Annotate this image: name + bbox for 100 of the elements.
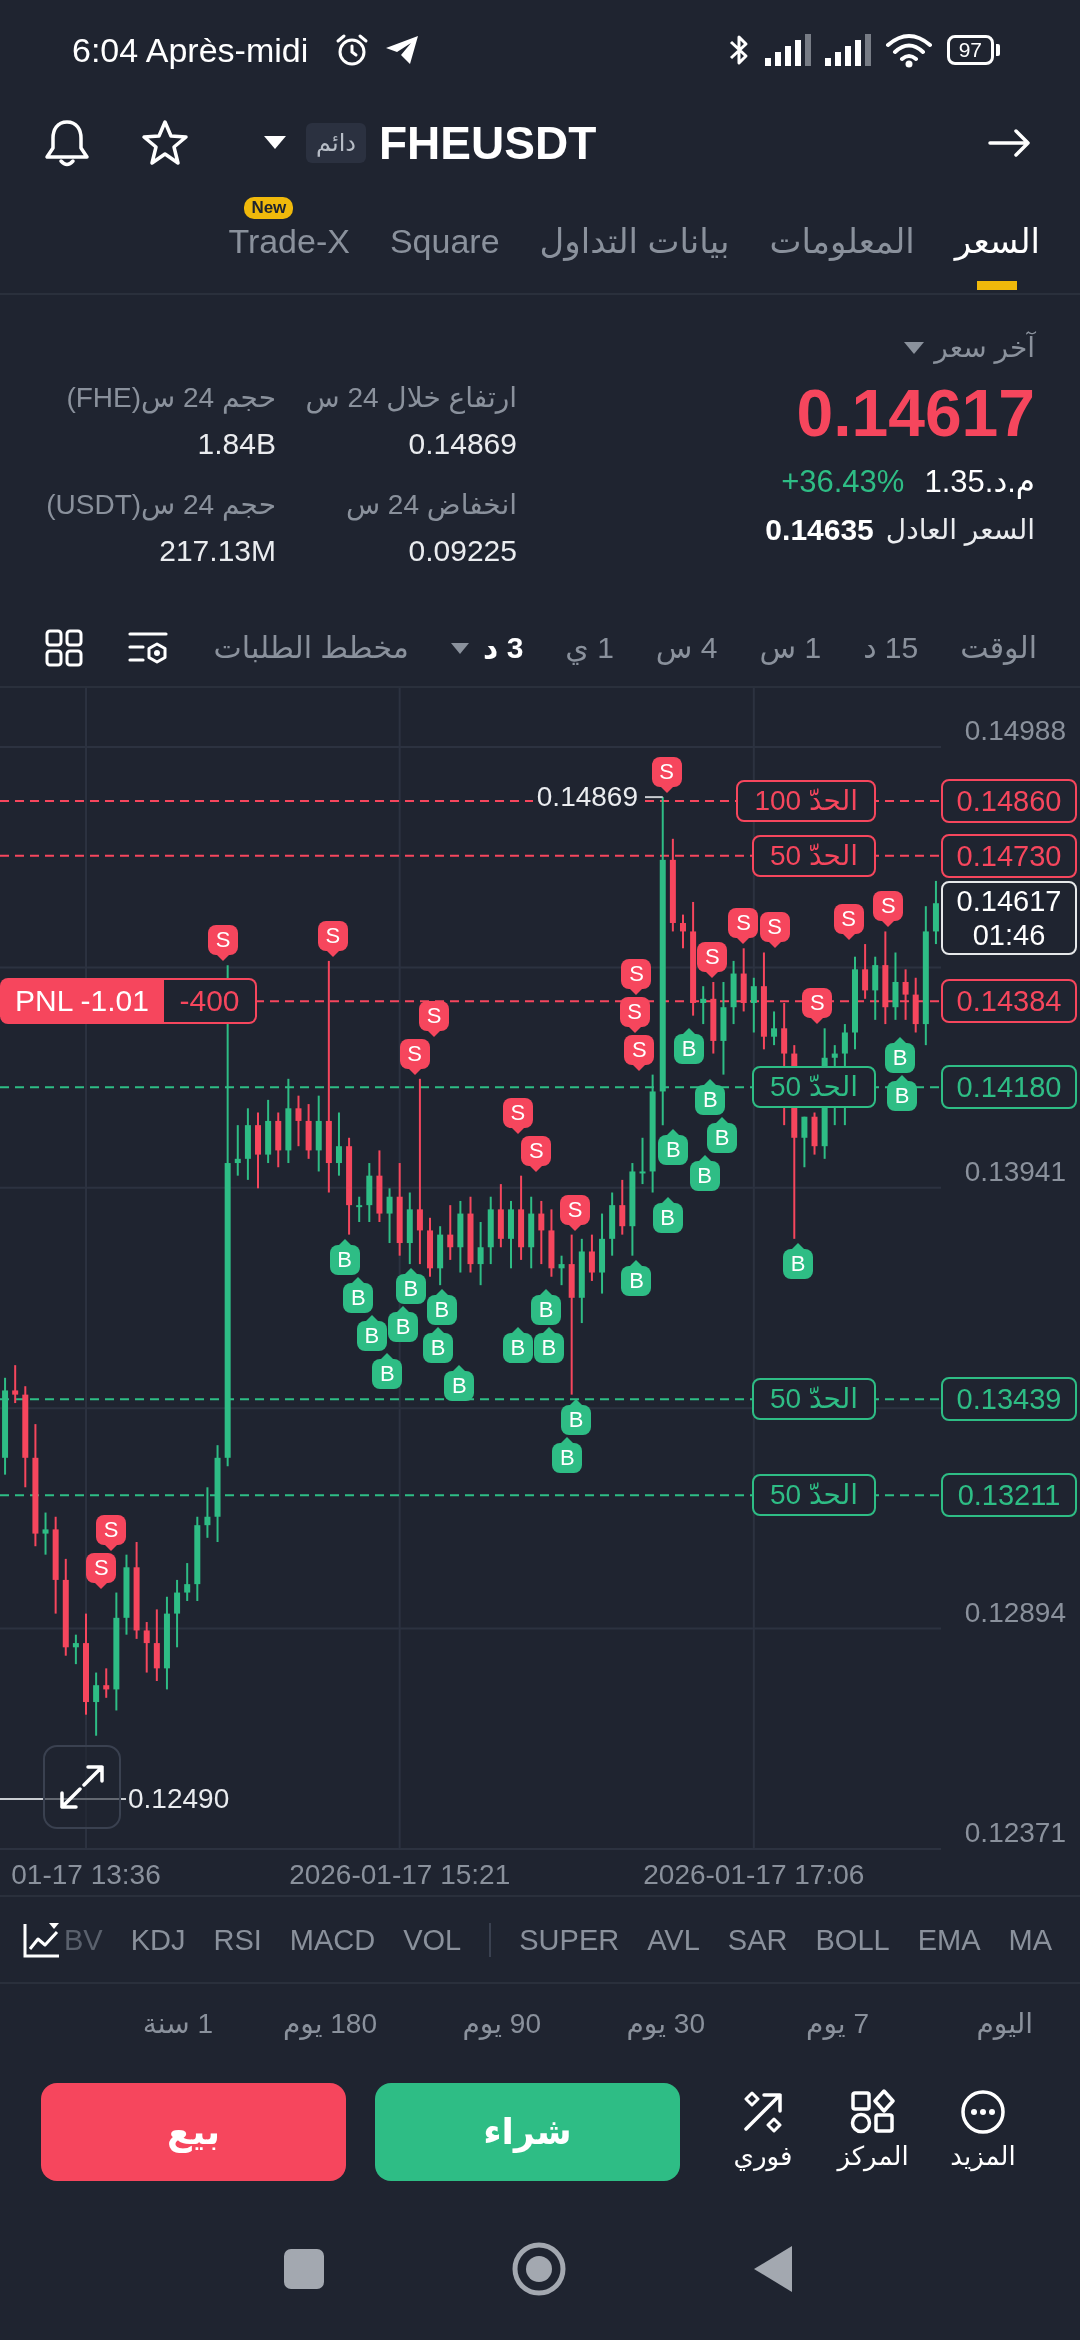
interval-option[interactable]: 1 س (759, 628, 822, 668)
stat-value: 0.09225 (408, 533, 517, 569)
mark-price: م.د.1.35 (924, 463, 1035, 501)
interval-option[interactable]: 3 د (450, 628, 524, 668)
limit-order-tag[interactable]: الحدّ 50 (751, 1474, 876, 1517)
stat-value: 217.13M (159, 533, 276, 569)
limit-order-tag[interactable]: الحدّ 50 (751, 1378, 876, 1421)
stat-label: ارتفاع خلال 24 س (305, 381, 517, 416)
stat-value: 0.14869 (408, 426, 517, 462)
indicator-tab[interactable]: BOLL (815, 1919, 890, 1960)
candlestick (477, 1221, 484, 1287)
chart-line-icon[interactable] (22, 1920, 60, 1959)
square-nav-icon[interactable] (284, 2249, 324, 2289)
limit-order-tag[interactable]: الحدّ 50 (751, 1066, 876, 1109)
period-label: 30 يوم (625, 2007, 705, 2042)
price-line-tag: 0.13439 (941, 1377, 1077, 1422)
contract-badge: دائم (306, 122, 366, 163)
interval-option[interactable]: 1 ي (565, 628, 614, 668)
candlestick (892, 951, 899, 1021)
indicator-tab[interactable]: SAR (727, 1919, 788, 1960)
candlestick (447, 1204, 454, 1261)
stat-label: انخفاض 24 س (345, 488, 517, 523)
new-badge: New (244, 197, 294, 219)
signal-icon (764, 34, 811, 66)
tab[interactable]: Trade-X (228, 221, 350, 290)
tab[interactable]: المعلومات (769, 221, 915, 290)
candlestick (862, 943, 869, 1000)
candlestick (234, 1124, 241, 1177)
price-line-tag: 0.14730 (941, 833, 1077, 878)
indicator-tab[interactable]: RSI (213, 1919, 262, 1960)
price-line-tag: 0.14384 (941, 979, 1077, 1024)
candlestick (771, 1010, 778, 1047)
candlestick (750, 976, 757, 1034)
last-price: 0.14617 (796, 378, 1035, 448)
expand-button[interactable] (43, 1744, 121, 1829)
tab[interactable]: السعر (954, 221, 1040, 290)
wifi-icon (884, 32, 933, 68)
indicator-tab[interactable]: AVL (647, 1919, 700, 1960)
current-price: 0.14617 (956, 884, 1062, 919)
caret-icon (450, 642, 469, 654)
candlestick (619, 1178, 626, 1236)
indicator-tab[interactable]: VOL (403, 1919, 462, 1960)
shapes-grid-icon (850, 2089, 896, 2135)
limit-order-tag[interactable]: الحدّ 100 (736, 779, 876, 822)
instant-button[interactable]: فوري (713, 2083, 813, 2173)
indicator-tab[interactable]: MA (1008, 1919, 1052, 1960)
candlestick (427, 1216, 434, 1278)
caret-icon[interactable] (264, 135, 286, 150)
candlestick (872, 955, 879, 1021)
candlestick (902, 968, 909, 1021)
interval-option[interactable]: مخطط الطلبات (213, 628, 409, 668)
price-axis-label: 0.12894 (964, 1595, 1066, 1630)
position-size-tag: -400 (164, 978, 257, 1025)
pnl-tag[interactable]: PNL -1.01 (0, 978, 164, 1025)
candlestick (558, 1254, 565, 1287)
interval-option[interactable]: الوقت (960, 628, 1037, 668)
candlestick (639, 1136, 646, 1186)
indicator-tab[interactable]: SUPER (519, 1919, 620, 1960)
back-triangle-icon[interactable] (754, 2246, 792, 2292)
position-button[interactable]: المركز (823, 2083, 923, 2173)
fair-price-label: السعر العادل (885, 513, 1035, 548)
candlestick (548, 1208, 555, 1278)
price-line-tag: 0.14860 (941, 778, 1077, 823)
candlestick (275, 1111, 282, 1169)
indicator-tab[interactable]: EMA (917, 1919, 981, 1960)
indicator-tab[interactable]: BV (64, 1919, 103, 1960)
stat-label: حجم 24 س(FHE) (66, 381, 276, 416)
sell-button[interactable]: بيع (41, 2083, 346, 2181)
more-button[interactable]: المزيد (933, 2083, 1033, 2173)
candle-countdown: 01:46 (972, 918, 1046, 953)
price-type-dropdown[interactable]: آخر سعر (904, 328, 1035, 368)
interval-option[interactable]: 15 د (863, 628, 919, 668)
candlestick (356, 1195, 363, 1223)
price-axis-label: 0.12371 (964, 1816, 1066, 1850)
battery-indicator: 97 (946, 35, 1000, 65)
candlestick (801, 1115, 808, 1169)
candlestick (386, 1187, 393, 1245)
arrow-right-icon[interactable] (988, 126, 1032, 159)
candlestick (497, 1183, 504, 1249)
candlestick (42, 1511, 49, 1556)
limit-order-tag[interactable]: الحدّ 50 (751, 834, 876, 877)
caret-icon (904, 342, 925, 354)
tab[interactable]: Square (389, 221, 500, 290)
indicator-tab[interactable]: KDJ (130, 1919, 186, 1960)
time-axis-label: 2026-01-17 17:06 (643, 1858, 865, 1892)
star-icon[interactable] (140, 118, 190, 167)
list-settings-icon[interactable] (128, 630, 168, 666)
home-circle-icon[interactable] (512, 2242, 566, 2296)
grid-icon[interactable] (45, 629, 83, 667)
interval-option[interactable]: 4 س (655, 628, 718, 668)
symbol-name[interactable]: FHEUSDT (379, 116, 597, 169)
tab[interactable]: بيانات التداول (539, 221, 730, 290)
period-label: 1 سنة (141, 2007, 213, 2041)
candlestick (174, 1578, 181, 1649)
candlestick (366, 1162, 373, 1223)
status-time: 6:04 Après-midi (72, 30, 309, 70)
paper-plane-icon (384, 34, 421, 66)
indicator-tab[interactable]: MACD (289, 1919, 376, 1960)
candlestick (265, 1098, 272, 1165)
candlestick (588, 1233, 595, 1282)
